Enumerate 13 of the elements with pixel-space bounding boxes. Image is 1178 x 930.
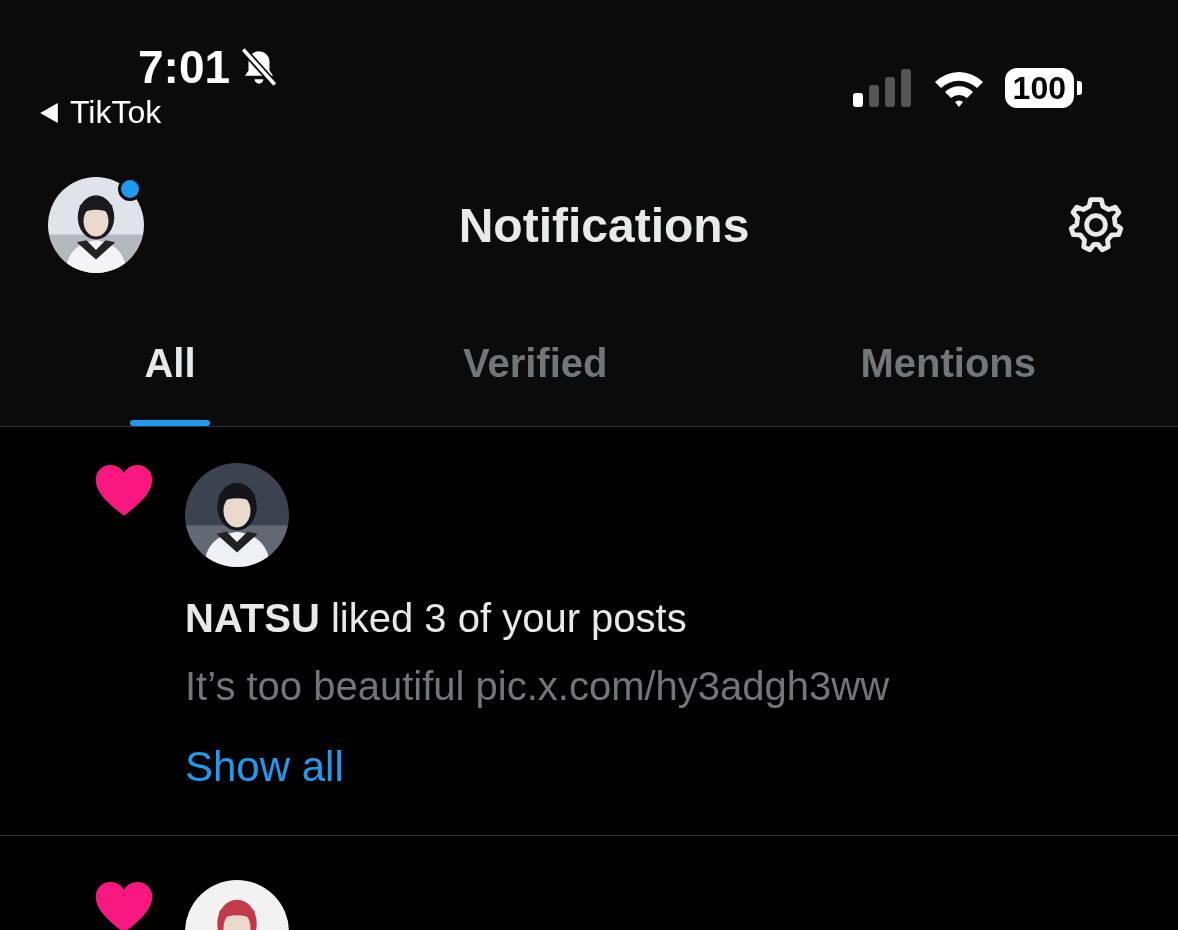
tab[interactable]: Verified [462, 300, 608, 426]
tab[interactable]: All [130, 300, 210, 426]
notification-message: NATSU liked 3 of your posts [185, 595, 688, 642]
page-title: Notifications [458, 197, 750, 253]
back-arrow-icon [38, 101, 60, 124]
back-link[interactable]: TikTok [38, 94, 281, 131]
signal-icon [852, 69, 913, 107]
heart-icon [94, 463, 154, 517]
show-all-link[interactable]: Show all [185, 743, 344, 791]
battery-indicator: 100 [1004, 68, 1082, 108]
tab[interactable]: Mentions [860, 300, 1036, 426]
post-preview: It’s too beautiful pic.x.com/hy3adgh3ww [185, 663, 890, 710]
clock-time: 7:01 [138, 40, 231, 94]
